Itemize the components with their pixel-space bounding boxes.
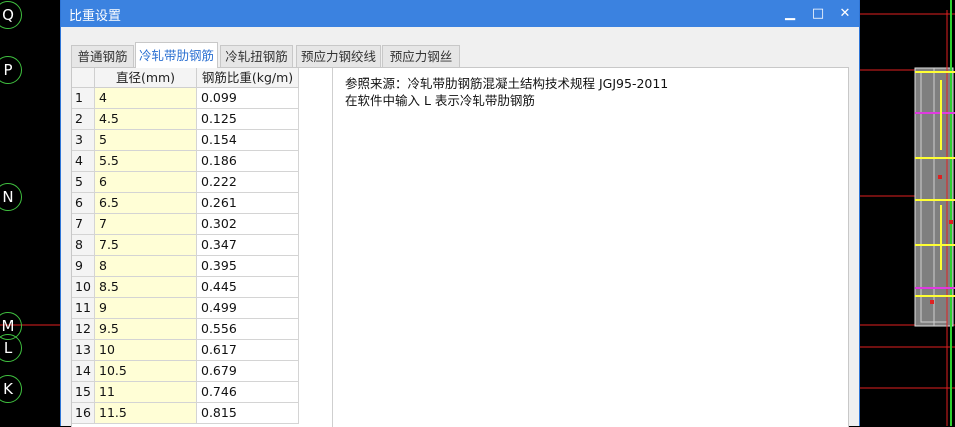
- table-row[interactable]: 3 5 0.154: [72, 130, 299, 151]
- row-index-cell: 13: [72, 340, 95, 361]
- row-index-cell: 2: [72, 109, 95, 130]
- table-row[interactable]: 10 8.5 0.445: [72, 277, 299, 298]
- row-index-cell: 1: [72, 88, 95, 109]
- minimize-button[interactable]: ▁: [777, 0, 803, 27]
- weight-cell[interactable]: 0.099: [197, 88, 299, 109]
- table-row[interactable]: 5 6 0.222: [72, 172, 299, 193]
- axis-label-text: M: [1, 317, 15, 335]
- axis-label-text: Q: [2, 6, 14, 24]
- dialog-title-bar[interactable]: 比重设置 ▁ □ ✕: [61, 0, 859, 27]
- row-index-cell: 3: [72, 130, 95, 151]
- weight-cell[interactable]: 0.815: [197, 403, 299, 424]
- weight-cell[interactable]: 0.154: [197, 130, 299, 151]
- diameter-cell[interactable]: 11.5: [95, 403, 197, 424]
- axis-label-text: N: [2, 188, 14, 206]
- diameter-cell[interactable]: 5.5: [95, 151, 197, 172]
- table-header-weight[interactable]: 钢筋比重(kg/m): [197, 68, 299, 88]
- weight-cell[interactable]: 0.347: [197, 235, 299, 256]
- weight-cell[interactable]: 0.679: [197, 361, 299, 382]
- weight-cell[interactable]: 0.222: [197, 172, 299, 193]
- table-row[interactable]: 6 6.5 0.261: [72, 193, 299, 214]
- table-row[interactable]: 11 9 0.499: [72, 298, 299, 319]
- diameter-cell[interactable]: 4.5: [95, 109, 197, 130]
- row-index-cell: 7: [72, 214, 95, 235]
- weight-cell[interactable]: 0.499: [197, 298, 299, 319]
- input-hint-text: 在软件中输入 L 表示冷轧带肋钢筋: [345, 93, 535, 108]
- diameter-cell[interactable]: 6.5: [95, 193, 197, 214]
- weight-cell[interactable]: 0.302: [197, 214, 299, 235]
- table-header-index: [72, 68, 95, 88]
- table-row[interactable]: 15 11 0.746: [72, 382, 299, 403]
- table-row[interactable]: 13 10 0.617: [72, 340, 299, 361]
- weight-cell[interactable]: 0.445: [197, 277, 299, 298]
- table-row[interactable]: 4 5.5 0.186: [72, 151, 299, 172]
- row-index-cell: 4: [72, 151, 95, 172]
- row-index-cell: 12: [72, 319, 95, 340]
- tab-prestressed-wire[interactable]: 预应力钢丝: [382, 45, 460, 67]
- diameter-cell[interactable]: 10: [95, 340, 197, 361]
- table-row[interactable]: 8 7.5 0.347: [72, 235, 299, 256]
- row-index-cell: 11: [72, 298, 95, 319]
- weight-cell[interactable]: 0.617: [197, 340, 299, 361]
- tab-cold-rolled-ribbed-rebar[interactable]: 冷轧带肋钢筋: [135, 42, 218, 68]
- diameter-cell[interactable]: 9: [95, 298, 197, 319]
- table-row[interactable]: 9 8 0.395: [72, 256, 299, 277]
- weight-cell[interactable]: 0.746: [197, 382, 299, 403]
- panel-divider: [332, 68, 333, 427]
- table-row[interactable]: 14 10.5 0.679: [72, 361, 299, 382]
- diameter-cell[interactable]: 8.5: [95, 277, 197, 298]
- axis-label-text: L: [3, 339, 13, 357]
- row-index-cell: 6: [72, 193, 95, 214]
- weight-cell[interactable]: 0.556: [197, 319, 299, 340]
- specific-weight-dialog: 比重设置 ▁ □ ✕ 普通钢筋 冷轧带肋钢筋 冷轧扭钢筋 预应力钢绞线 预应力钢…: [60, 0, 860, 427]
- diameter-cell[interactable]: 7: [95, 214, 197, 235]
- reference-notes: 参照来源：冷轧带肋钢筋混凝土结构技术规程 JGJ95-2011 在软件中输入 L…: [345, 75, 668, 109]
- diameter-cell[interactable]: 8: [95, 256, 197, 277]
- tab-prestressed-strand[interactable]: 预应力钢绞线: [296, 45, 381, 67]
- diameter-cell[interactable]: 10.5: [95, 361, 197, 382]
- diameter-cell[interactable]: 9.5: [95, 319, 197, 340]
- row-index-cell: 8: [72, 235, 95, 256]
- diameter-cell[interactable]: 4: [95, 88, 197, 109]
- tab-cold-rolled-twisted-rebar[interactable]: 冷轧扭钢筋: [220, 45, 293, 67]
- maximize-button[interactable]: □: [805, 0, 831, 27]
- close-button[interactable]: ✕: [832, 0, 858, 27]
- table-row[interactable]: 16 11.5 0.815: [72, 403, 299, 424]
- table-row[interactable]: 1 4 0.099: [72, 88, 299, 109]
- row-index-cell: 5: [72, 172, 95, 193]
- row-index-cell: 16: [72, 403, 95, 424]
- table-header-diameter[interactable]: 直径(mm): [95, 68, 197, 88]
- row-index-cell: 14: [72, 361, 95, 382]
- reference-source-text: 参照来源：冷轧带肋钢筋混凝土结构技术规程 JGJ95-2011: [345, 76, 669, 91]
- table-row[interactable]: 12 9.5 0.556: [72, 319, 299, 340]
- diameter-cell[interactable]: 5: [95, 130, 197, 151]
- dialog-title: 比重设置: [69, 9, 122, 24]
- table-row[interactable]: 7 7 0.302: [72, 214, 299, 235]
- weight-cell[interactable]: 0.125: [197, 109, 299, 130]
- table-row[interactable]: 2 4.5 0.125: [72, 109, 299, 130]
- axis-label-text: K: [3, 380, 13, 398]
- row-index-cell: 15: [72, 382, 95, 403]
- diameter-cell[interactable]: 7.5: [95, 235, 197, 256]
- tab-content-panel: 直径(mm) 钢筋比重(kg/m) 1 4 0.099 2 4.5 0.125 3 5 0.15…: [71, 67, 849, 427]
- weight-cell[interactable]: 0.261: [197, 193, 299, 214]
- weight-cell[interactable]: 0.395: [197, 256, 299, 277]
- tab-ordinary-rebar[interactable]: 普通钢筋: [71, 45, 134, 67]
- row-index-cell: 10: [72, 277, 95, 298]
- axis-label-text: P: [3, 61, 13, 79]
- diameter-cell[interactable]: 11: [95, 382, 197, 403]
- weight-cell[interactable]: 0.186: [197, 151, 299, 172]
- diameter-cell[interactable]: 6: [95, 172, 197, 193]
- row-index-cell: 9: [72, 256, 95, 277]
